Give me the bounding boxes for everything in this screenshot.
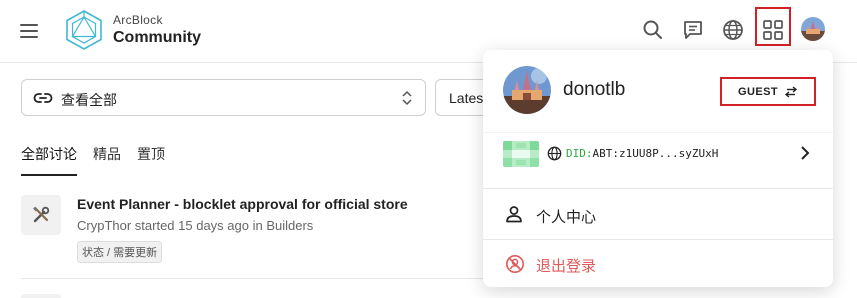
person-icon	[506, 206, 522, 223]
status-badge[interactable]: 状态 / 需要更新	[77, 241, 163, 263]
avatar	[503, 66, 551, 114]
no-user-icon	[506, 255, 524, 273]
arcblock-logo[interactable]	[62, 8, 106, 52]
swap-arrows-icon	[784, 85, 798, 98]
user-menu-dropdown: donotlb GUEST DID:ABT:z1UU8P...syZUxH 个人…	[483, 50, 833, 287]
category-select[interactable]: 查看全部	[21, 79, 426, 116]
sort-select-value: Lates	[449, 90, 484, 106]
category-select-value: 查看全部	[61, 92, 117, 108]
did-value: ABT:z1UU8P...syZUxH	[592, 147, 719, 160]
brand-title[interactable]: Community	[113, 29, 201, 47]
search-icon[interactable]	[639, 16, 667, 44]
link-icon	[33, 93, 53, 103]
tab-pinned[interactable]: 置顶	[137, 144, 165, 164]
did-row[interactable]: DID:ABT:z1UU8P...syZUxH	[483, 132, 833, 189]
chevron-right-icon	[801, 146, 810, 160]
username: donotlb	[563, 79, 626, 100]
menu-icon[interactable]	[20, 24, 38, 38]
chat-icon[interactable]	[679, 16, 707, 44]
list-item-next	[21, 294, 61, 298]
list-item[interactable]: Event Planner - blocklet approval for of…	[21, 189, 491, 269]
brand-company: ArcBlock	[113, 13, 163, 27]
tools-icon	[21, 195, 61, 235]
apps-highlight-box	[755, 7, 791, 46]
tab-all-discussions[interactable]: 全部讨论	[21, 144, 77, 176]
switch-role-button[interactable]: GUEST	[720, 77, 816, 106]
list-divider	[21, 278, 491, 279]
did-address[interactable]: DID:ABT:z1UU8P...syZUxH	[566, 147, 718, 160]
did-avatar	[503, 141, 539, 167]
role-label: GUEST	[738, 85, 778, 98]
did-prefix: DID:	[566, 147, 593, 160]
updown-chevron-icon	[402, 90, 412, 106]
user-avatar[interactable]	[801, 17, 825, 41]
profile-label: 个人中心	[536, 209, 597, 226]
globe-icon	[547, 146, 562, 161]
post-meta: CrypThor started 15 days ago in Builders	[77, 218, 314, 233]
post-title[interactable]: Event Planner - blocklet approval for of…	[77, 196, 408, 212]
logout-label: 退出登录	[536, 258, 597, 275]
profile-menu-item[interactable]: 个人中心	[483, 191, 833, 240]
tab-featured[interactable]: 精品	[93, 144, 121, 164]
globe-icon[interactable]	[719, 16, 747, 44]
logout-menu-item[interactable]: 退出登录	[483, 240, 833, 288]
